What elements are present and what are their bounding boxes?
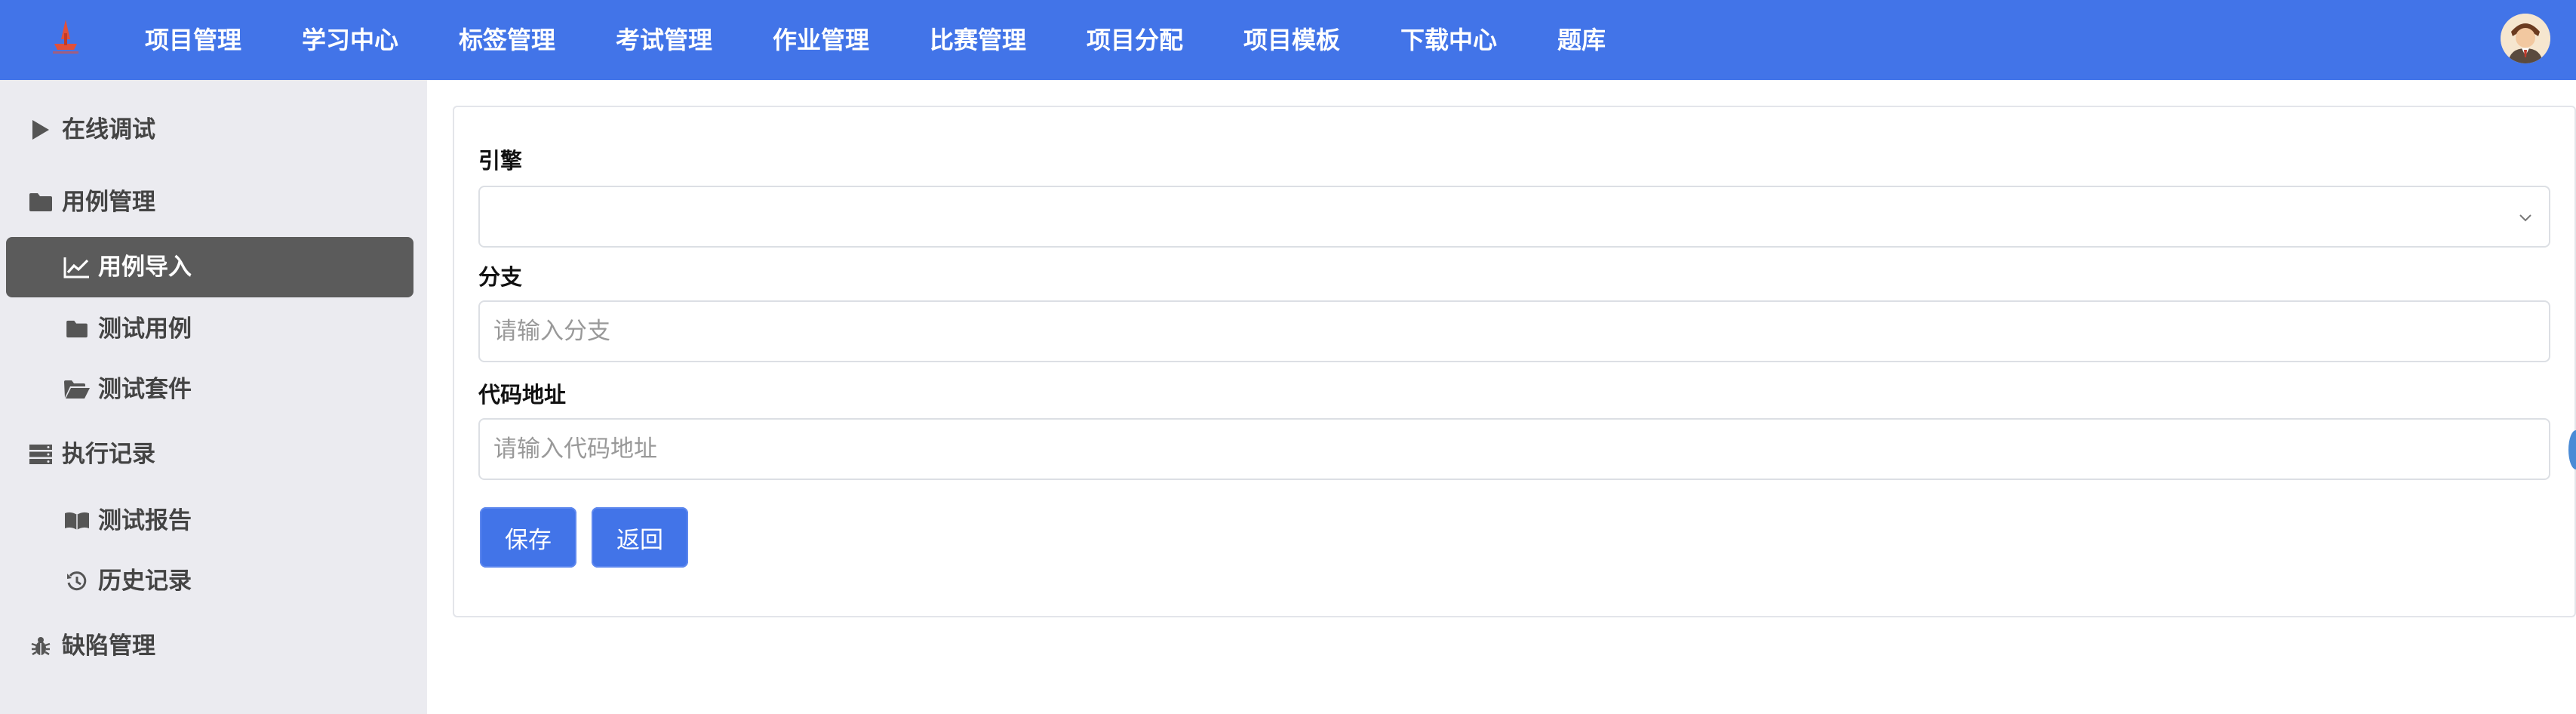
nav-item-question-bank[interactable]: 题库	[1557, 18, 1606, 62]
sidebar-item-label: 测试套件	[98, 376, 192, 403]
user-avatar-icon	[2501, 14, 2550, 63]
sidebar-item-case-import[interactable]: 用例导入	[6, 237, 413, 297]
repo-label: 代码地址	[478, 382, 567, 408]
nav-item-homework-management[interactable]: 作业管理	[773, 18, 869, 62]
user-avatar[interactable]	[2501, 14, 2550, 63]
sidebar-item-label: 测试报告	[98, 507, 192, 534]
sidebar-item-case-management[interactable]: 用例管理	[27, 174, 155, 231]
sidebar-item-execution-records[interactable]: 执行记录	[27, 426, 155, 483]
branch-label: 分支	[478, 264, 523, 290]
nav-item-exam-management[interactable]: 考试管理	[616, 18, 712, 62]
nav-item-download-center[interactable]: 下载中心	[1400, 18, 1497, 62]
book-open-icon	[63, 507, 91, 534]
sidebar-item-defect-management[interactable]: 缺陷管理	[27, 617, 155, 675]
repo-field[interactable]	[478, 418, 2550, 480]
sidebar-item-label: 在线调试	[62, 116, 155, 143]
engine-select-value[interactable]	[480, 187, 2549, 246]
nav-item-project-template[interactable]: 项目模板	[1243, 18, 1340, 62]
sidebar-item-online-debug[interactable]: 在线调试	[27, 101, 155, 158]
chevron-down-icon	[2519, 214, 2531, 222]
play-icon	[27, 116, 54, 143]
nav-item-competition-management[interactable]: 比赛管理	[930, 18, 1026, 62]
back-button[interactable]: 返回	[592, 507, 688, 568]
app-logo-icon[interactable]	[47, 17, 85, 59]
folder-icon	[63, 315, 91, 343]
repo-url-input[interactable]	[480, 420, 2549, 479]
engine-select[interactable]	[478, 186, 2550, 248]
branch-field[interactable]	[478, 300, 2550, 362]
sidebar: 在线调试 用例管理 用例导入 测试用例 测试套件 执行记录 测试报告 历史记录 …	[0, 80, 427, 714]
nav-item-project-assignment[interactable]: 项目分配	[1087, 18, 1183, 62]
sidebar-item-label: 用例导入	[98, 254, 192, 281]
save-button[interactable]: 保存	[480, 507, 576, 568]
sidebar-item-test-reports[interactable]: 测试报告	[63, 492, 192, 549]
sidebar-item-test-cases[interactable]: 测试用例	[63, 300, 192, 358]
nav-item-tag-management[interactable]: 标签管理	[459, 18, 555, 62]
sidebar-item-label: 执行记录	[62, 441, 155, 468]
top-nav-bar: 项目管理 学习中心 标签管理 考试管理 作业管理 比赛管理 项目分配 项目模板 …	[0, 0, 2576, 80]
line-chart-icon	[63, 254, 91, 281]
folder-open-icon	[63, 376, 91, 403]
sidebar-item-label: 测试用例	[98, 315, 192, 343]
bug-icon	[27, 632, 54, 660]
nav-item-project-management[interactable]: 项目管理	[145, 18, 241, 62]
sidebar-item-label: 缺陷管理	[62, 632, 155, 660]
sidebar-item-label: 用例管理	[62, 189, 155, 216]
sidebar-item-test-suites[interactable]: 测试套件	[63, 361, 192, 418]
nav-item-learning-center[interactable]: 学习中心	[302, 18, 398, 62]
sidebar-item-label: 历史记录	[98, 568, 192, 595]
folder-icon	[27, 189, 54, 216]
history-icon	[63, 568, 91, 595]
sidebar-item-history-records[interactable]: 历史记录	[63, 552, 192, 610]
server-icon	[27, 441, 54, 468]
branch-input[interactable]	[480, 302, 2549, 361]
engine-label: 引擎	[478, 148, 523, 174]
